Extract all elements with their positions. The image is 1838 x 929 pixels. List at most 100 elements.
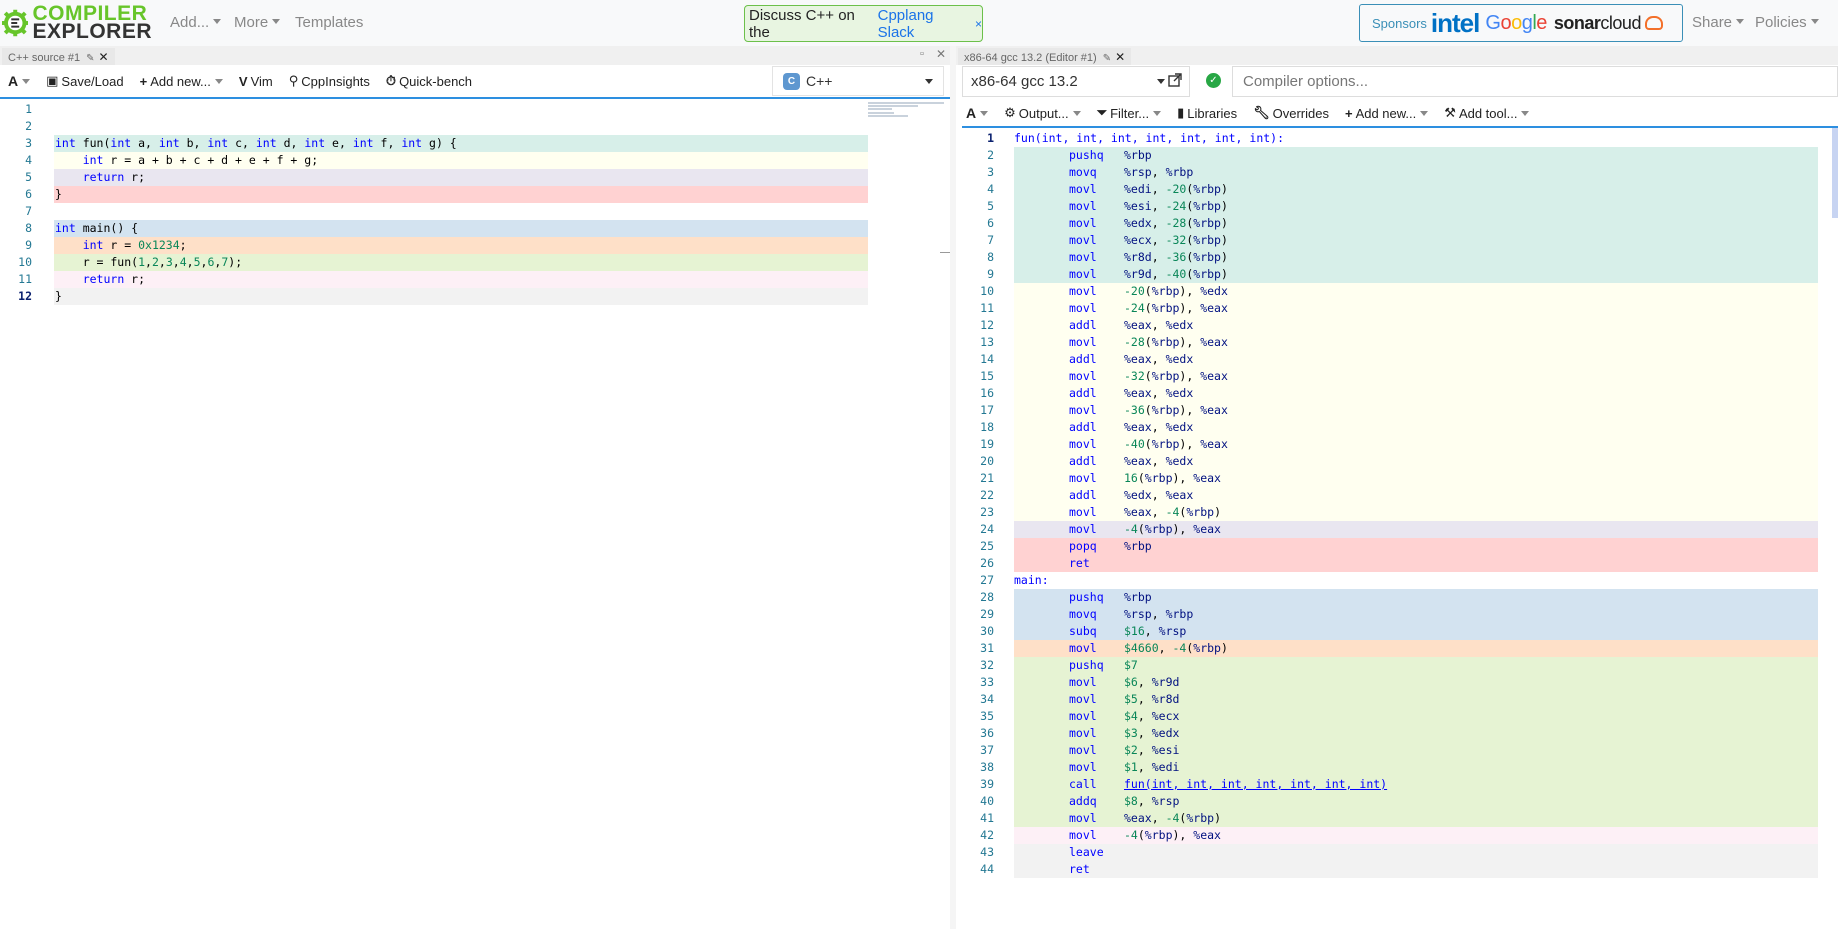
asm-line[interactable]: 7 movl %ecx, -32(%rbp) [962, 232, 1822, 249]
asm-line[interactable]: 19 movl -40(%rbp), %eax [962, 436, 1822, 453]
save-load-button[interactable]: ▣ Save/Load [46, 73, 123, 89]
asm-line[interactable]: 36 movl $3, %edx [962, 725, 1822, 742]
google-logo[interactable]: Google [1485, 12, 1547, 35]
asm-line[interactable]: 17 movl -36(%rbp), %eax [962, 402, 1822, 419]
add-tool-button[interactable]: ⚒ Add tool... [1444, 105, 1529, 121]
asm-line[interactable]: 20 addl %eax, %edx [962, 453, 1822, 470]
source-editor[interactable]: 1 2 3 int fun(int a, int b, int c, int d, i… [0, 99, 950, 929]
asm-line[interactable]: 13 movl -28(%rbp), %eax [962, 334, 1822, 351]
asm-line[interactable]: 32 pushq $7 [962, 657, 1822, 674]
policies-menu[interactable]: Policies [1755, 14, 1819, 31]
source-tab[interactable]: C++ source #1 ✎ ✕ [2, 48, 115, 65]
source-line[interactable]: 10 r = fun(1,2,3,4,5,6,7); [0, 254, 868, 271]
asm-line[interactable]: 35 movl $4, %ecx [962, 708, 1822, 725]
sonarcloud-logo[interactable]: sonarcloud [1554, 13, 1642, 34]
overrides-button[interactable]: 🔧︎ Overrides [1253, 105, 1329, 121]
compiler-select[interactable]: x86-64 gcc 13.2 [962, 66, 1190, 97]
asm-line[interactable]: 44 ret [962, 861, 1822, 878]
source-line[interactable]: 12} [0, 288, 868, 305]
popout-icon[interactable] [1168, 73, 1182, 87]
asm-line[interactable]: 40 addq $8, %rsp [962, 793, 1822, 810]
compile-success-icon[interactable]: ✓ [1206, 73, 1221, 88]
vim-button[interactable]: V Vim [239, 74, 273, 89]
slack-close-icon[interactable]: × [975, 17, 982, 31]
source-line[interactable]: 11 return r; [0, 271, 868, 288]
close-tab-icon[interactable]: ✕ [1115, 50, 1125, 64]
asm-line[interactable]: 27 main: [962, 572, 1822, 589]
language-select[interactable]: C C++ [772, 66, 944, 96]
add-menu[interactable]: Add... [170, 14, 221, 31]
asm-line[interactable]: 6 movl %edx, -28(%rbp) [962, 215, 1822, 232]
add-new-button[interactable]: + Add new... [1345, 106, 1428, 121]
asm-scrollbar-thumb[interactable] [1832, 128, 1838, 218]
font-size-button[interactable]: A [966, 105, 988, 121]
asm-line[interactable]: 18 addl %eax, %edx [962, 419, 1822, 436]
asm-line[interactable]: 15 movl -32(%rbp), %eax [962, 368, 1822, 385]
source-line[interactable]: 8 int main() { [0, 220, 868, 237]
source-line[interactable]: 7 [0, 203, 868, 220]
asm-operands[interactable]: fun(int, int, int, int, int, int, int) [1124, 776, 1387, 793]
asm-line[interactable]: 4 movl %edi, -20(%rbp) [962, 181, 1822, 198]
add-new-button[interactable]: + Add new... [140, 74, 223, 89]
source-line[interactable]: 1 [0, 101, 868, 118]
asm-line[interactable]: 2 pushq %rbp [962, 147, 1822, 164]
asm-line[interactable]: 14 addl %eax, %edx [962, 351, 1822, 368]
font-size-button[interactable]: A [8, 73, 30, 89]
asm-line[interactable]: 42 movl -4(%rbp), %eax [962, 827, 1822, 844]
source-line[interactable]: 4 int r = a + b + c + d + e + f + g; [0, 152, 868, 169]
source-line[interactable]: 6} [0, 186, 868, 203]
assembly-output[interactable]: 1 fun(int, int, int, int, int, int, int):… [962, 128, 1832, 929]
output-button[interactable]: ⚙ Output... [1004, 105, 1081, 121]
asm-line[interactable]: 38 movl $1, %edi [962, 759, 1822, 776]
asm-line[interactable]: 9 movl %r9d, -40(%rbp) [962, 266, 1822, 283]
rename-pencil-icon[interactable]: ✎ [1103, 53, 1111, 64]
share-menu[interactable]: Share [1692, 14, 1744, 31]
asm-line[interactable]: 5 movl %esi, -24(%rbp) [962, 198, 1822, 215]
asm-line[interactable]: 23 movl %eax, -4(%rbp) [962, 504, 1822, 521]
asm-line[interactable]: 10 movl -20(%rbp), %edx [962, 283, 1822, 300]
asm-line[interactable]: 26 ret [962, 555, 1822, 572]
asm-line[interactable]: 25 popq %rbp [962, 538, 1822, 555]
asm-line[interactable]: 33 movl $6, %r9d [962, 674, 1822, 691]
asm-line[interactable]: 39 call fun(int, int, int, int, int, int, … [962, 776, 1822, 793]
cppinsights-button[interactable]: ⚲ CppInsights [289, 73, 370, 89]
compiler-tab[interactable]: x86-64 gcc 13.2 (Editor #1) ✎ ✕ [958, 48, 1132, 65]
quickbench-button[interactable]: ⏱ Quick-bench [386, 73, 472, 89]
asm-line[interactable]: 28 pushq %rbp [962, 589, 1822, 606]
asm-line[interactable]: 30 subq $16, %rsp [962, 623, 1822, 640]
asm-line[interactable]: 43 leave [962, 844, 1822, 861]
filter-button[interactable]: ⏷ Filter... [1097, 105, 1161, 121]
pane-splitter[interactable] [950, 46, 956, 929]
compiler-explorer-logo[interactable]: COMPILER EXPLORER [2, 2, 152, 44]
asm-line[interactable]: 37 movl $2, %esi [962, 742, 1822, 759]
asm-line[interactable]: 12 addl %eax, %edx [962, 317, 1822, 334]
close-tab-icon[interactable]: ✕ [99, 50, 109, 64]
asm-line[interactable]: 16 addl %eax, %edx [962, 385, 1822, 402]
source-line[interactable]: 3 int fun(int a, int b, int c, int d, int… [0, 135, 868, 152]
asm-line[interactable]: 22 addl %edx, %eax [962, 487, 1822, 504]
intel-logo[interactable]: intel [1431, 8, 1480, 39]
asm-line[interactable]: 31 movl $4660, -4(%rbp) [962, 640, 1822, 657]
asm-line[interactable]: 11 movl -24(%rbp), %eax [962, 300, 1822, 317]
sponsors-box[interactable]: Sponsors intel Google sonarcloud [1359, 4, 1683, 42]
asm-line[interactable]: 21 movl 16(%rbp), %eax [962, 470, 1822, 487]
close-pane-icon[interactable]: ✕ [936, 47, 946, 61]
source-minimap[interactable] [868, 100, 948, 130]
asm-line[interactable]: 24 movl -4(%rbp), %eax [962, 521, 1822, 538]
asm-line[interactable]: 8 movl %r8d, -36(%rbp) [962, 249, 1822, 266]
source-line[interactable]: 5 return r; [0, 169, 868, 186]
maximize-icon[interactable]: ▫ [920, 48, 924, 60]
compiler-options-input[interactable]: Compiler options... [1232, 66, 1838, 97]
source-line[interactable]: 9 int r = 0x1234; [0, 237, 868, 254]
source-line[interactable]: 2 [0, 118, 868, 135]
slack-link[interactable]: Cpplang Slack [878, 7, 969, 41]
asm-line[interactable]: 29 movq %rsp, %rbp [962, 606, 1822, 623]
asm-line[interactable]: 3 movq %rsp, %rbp [962, 164, 1822, 181]
asm-line[interactable]: 41 movl %eax, -4(%rbp) [962, 810, 1822, 827]
libraries-button[interactable]: ▮ Libraries [1177, 105, 1237, 121]
templates-link[interactable]: Templates [295, 14, 363, 31]
asm-line[interactable]: 1 fun(int, int, int, int, int, int, int): [962, 130, 1822, 147]
rename-pencil-icon[interactable]: ✎ [86, 53, 94, 64]
more-menu[interactable]: More [234, 14, 280, 31]
asm-line[interactable]: 34 movl $5, %r8d [962, 691, 1822, 708]
